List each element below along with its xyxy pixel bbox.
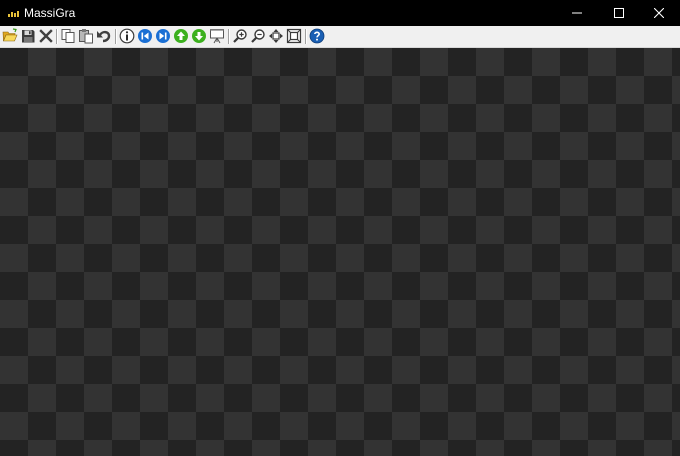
open-button[interactable] [1,27,19,45]
paste-button[interactable] [77,27,95,45]
copy-icon [61,29,75,43]
delete-button[interactable] [37,27,55,45]
next-image-icon [192,29,206,43]
app-window: MassiGra [0,0,680,456]
app-logo-icon [8,9,20,17]
maximize-icon [614,8,624,18]
zoom-out-icon [251,29,265,43]
title-bar[interactable]: MassiGra [0,0,680,26]
info-button[interactable] [118,27,136,45]
info-icon [119,28,135,44]
toolbar-separator [115,29,117,44]
undo-button[interactable] [95,27,113,45]
last-image-button[interactable] [154,27,172,45]
toolbar-separator [305,29,307,44]
undo-icon [97,30,111,43]
first-image-button[interactable] [136,27,154,45]
minimize-button[interactable] [556,0,598,26]
window-title: MassiGra [24,6,76,20]
zoom-out-button[interactable] [249,27,267,45]
slideshow-icon [210,29,224,44]
delete-icon [39,29,53,43]
maximize-button[interactable] [598,0,640,26]
fit-move-button[interactable] [267,27,285,45]
previous-image-icon [174,29,188,43]
previous-image-button[interactable] [172,27,190,45]
close-button[interactable] [638,0,680,26]
slideshow-button[interactable] [208,27,226,45]
image-canvas[interactable] [0,48,680,456]
minimize-icon [572,12,582,14]
save-icon [22,30,35,43]
next-image-button[interactable] [190,27,208,45]
save-button[interactable] [19,27,37,45]
paste-icon [79,29,93,44]
help-icon [309,28,325,44]
open-icon [2,28,18,42]
toolbar-separator [56,29,58,44]
zoom-in-icon [233,29,247,43]
fit-move-icon [269,29,283,43]
fit-window-button[interactable] [285,27,303,45]
first-image-icon [138,29,152,43]
toolbar [0,26,680,48]
zoom-in-button[interactable] [231,27,249,45]
fit-window-icon [286,28,302,44]
copy-button[interactable] [59,27,77,45]
close-icon [654,8,664,18]
last-image-icon [156,29,170,43]
help-button[interactable] [308,27,326,45]
toolbar-separator [228,29,230,44]
